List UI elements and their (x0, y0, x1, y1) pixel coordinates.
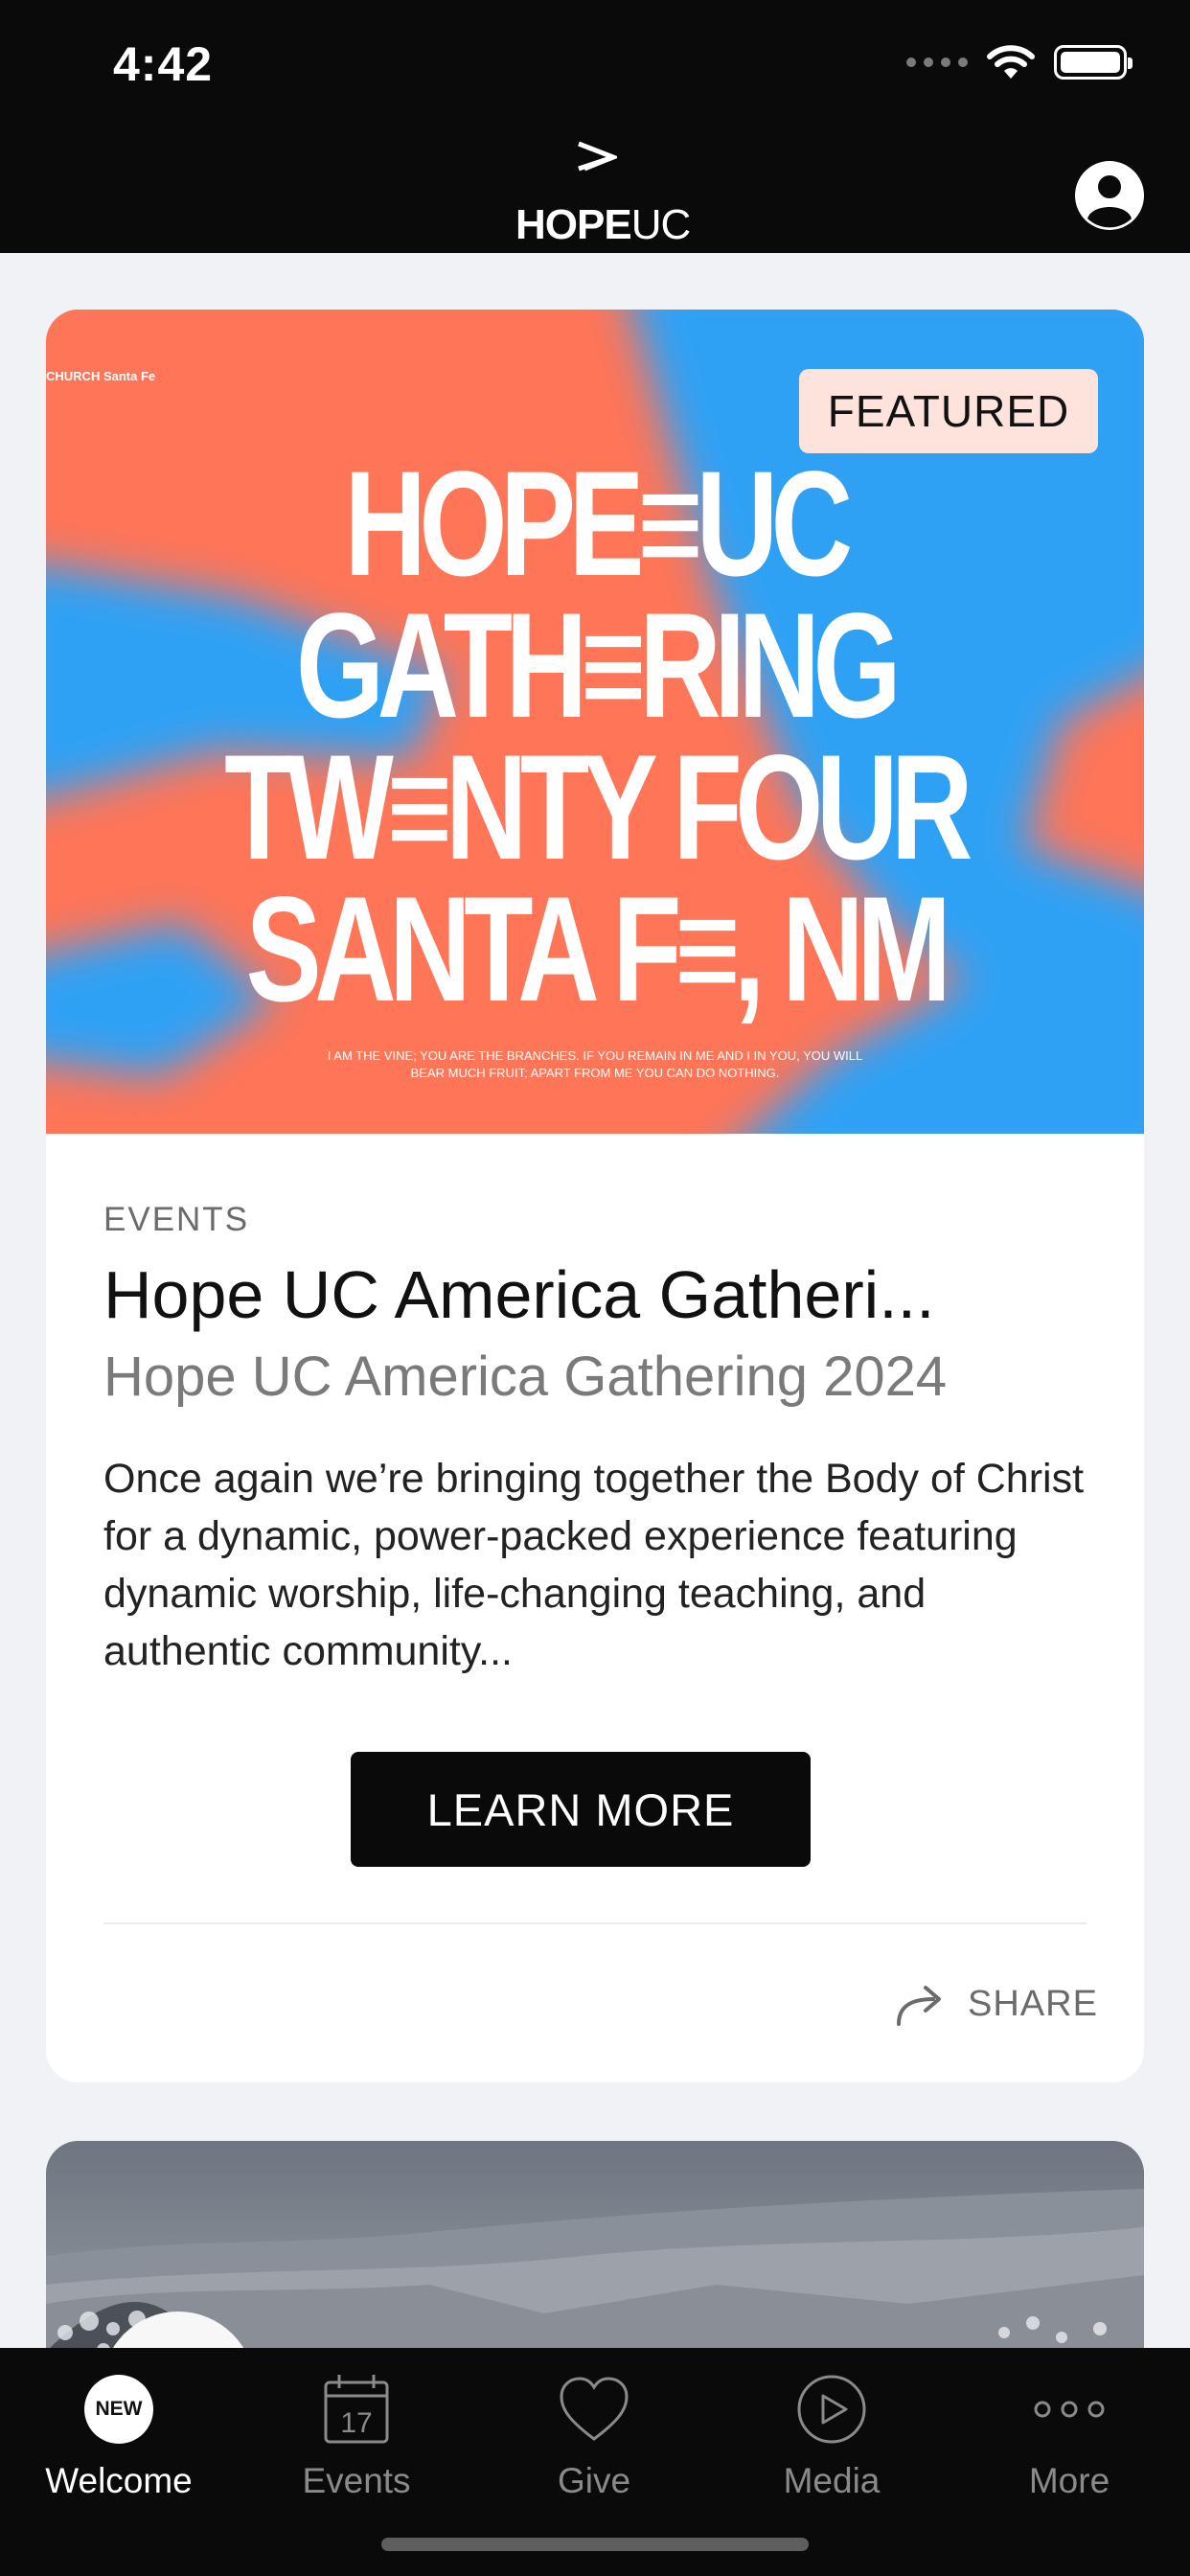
logo-chevron-icon (578, 141, 617, 172)
tab-give[interactable]: Give (475, 2348, 713, 2530)
logo-wordmark: HOPEUC (515, 201, 691, 248)
featured-event-card[interactable]: CHURCH Santa Fe HOPE≡UC GATH≡RING TW≡NTY… (46, 310, 1144, 2082)
featured-badge: FEATURED (799, 369, 1098, 453)
tab-events[interactable]: 17 Events (238, 2348, 475, 2530)
tab-media[interactable]: Media (713, 2348, 950, 2530)
tab-label: Media (783, 2461, 881, 2500)
tab-label: Welcome (45, 2461, 193, 2500)
hero-title-graphic: HOPE≡UC GATH≡RING TW≡NTY FOUR SANTA F≡, … (224, 441, 973, 1033)
heart-icon (560, 2377, 629, 2441)
app-header: 4:42 HOPEUC (0, 0, 1190, 253)
status-time: 4:42 (113, 37, 214, 91)
home-indicator[interactable] (381, 2538, 809, 2551)
user-circle-icon (1077, 163, 1142, 228)
calendar-icon: 17 (324, 2375, 389, 2444)
tab-label: More (1028, 2461, 1110, 2500)
card-description: Once again we’re bringing together the B… (103, 1456, 1085, 1674)
play-icon (797, 2375, 866, 2444)
share-label: SHARE (968, 1983, 1098, 2024)
battery-icon (1054, 45, 1133, 80)
profile-button[interactable] (1075, 161, 1144, 230)
tab-label: Give (557, 2461, 631, 2500)
card-subtitle: Hope UC America Gathering 2024 (103, 1346, 948, 1408)
new-badge-icon: NEW (84, 2375, 153, 2444)
share-button[interactable]: SHARE (895, 1982, 1098, 2026)
share-arrow-icon (897, 1986, 941, 2026)
hero-corner-text: CHURCH Santa Fe (46, 369, 156, 383)
learn-more-button[interactable]: LEARN MORE (351, 1752, 811, 1867)
card-divider (103, 1922, 1087, 1924)
wifi-icon (987, 45, 1035, 79)
tab-label: Events (302, 2461, 411, 2500)
signal-icon (906, 58, 968, 67)
card-title: Hope UC America Gatheri... (103, 1257, 935, 1332)
hopeuc-logo: HOPEUC (498, 140, 691, 248)
svg-text:17: 17 (340, 2407, 372, 2439)
hero-verse-text: I AM THE VINE; YOU ARE THE BRANCHES. IF … (327, 1048, 863, 1080)
status-icons (906, 44, 1133, 80)
event-hero-image[interactable]: CHURCH Santa Fe HOPE≡UC GATH≡RING TW≡NTY… (46, 310, 1144, 1134)
card-category: EVENTS (103, 1201, 250, 1238)
tab-more[interactable]: More (950, 2348, 1188, 2530)
more-dots-icon (1034, 2401, 1105, 2418)
tab-welcome[interactable]: NEW Welcome (0, 2348, 238, 2530)
